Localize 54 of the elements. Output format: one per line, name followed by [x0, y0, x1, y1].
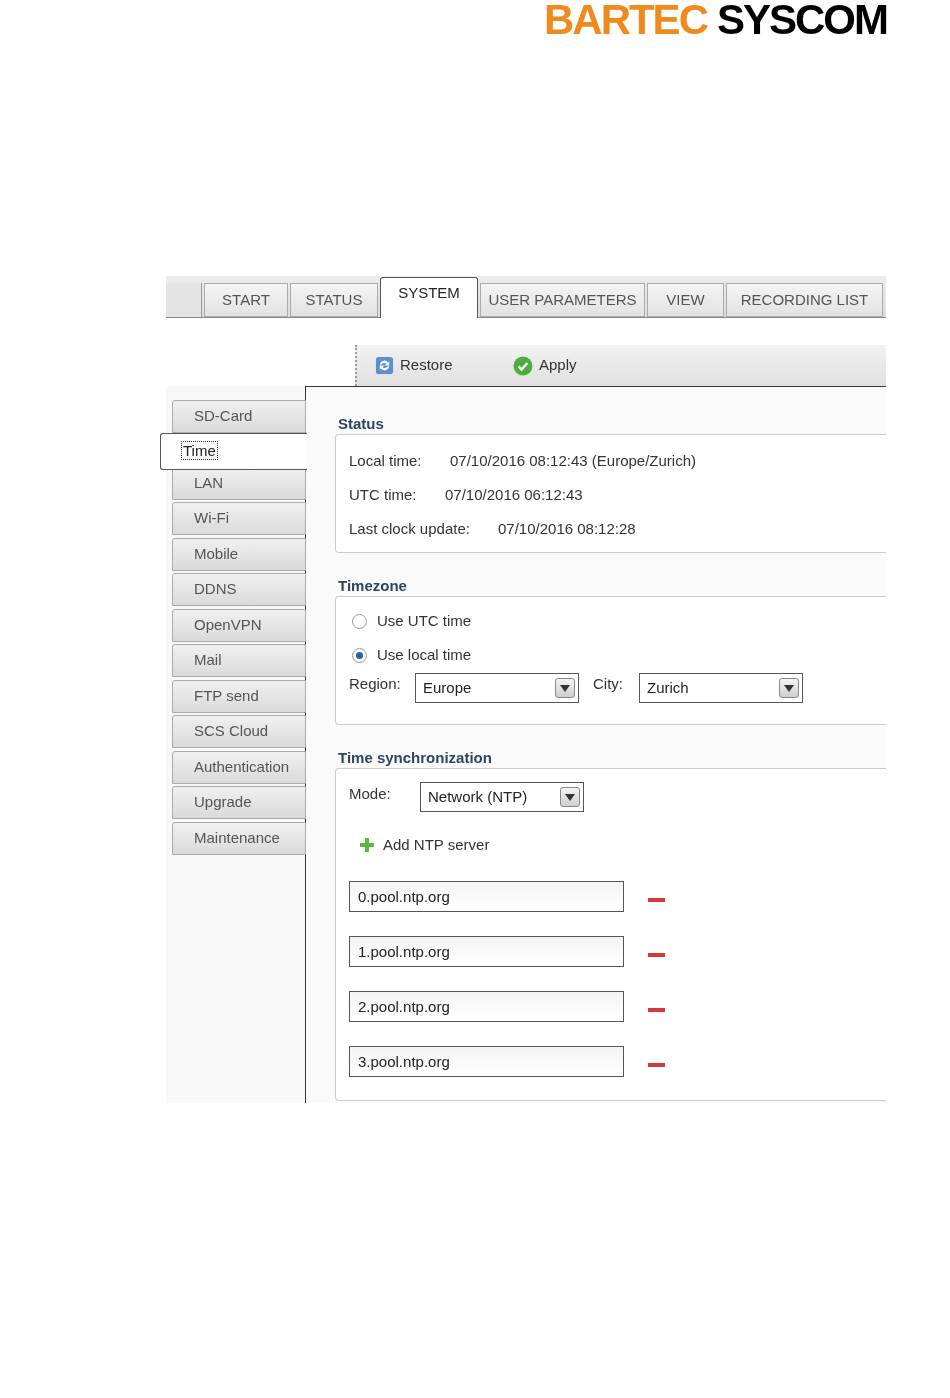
logo-product: SYSCOM [716, 0, 887, 40]
tab[interactable]: RECORDING LIST [726, 283, 883, 317]
input-field[interactable]: 2.pool.ntp.org [349, 990, 624, 1022]
section-title: Time synchronization [337, 751, 493, 764]
field-value: 07/10/2016 08:12:43 (Europe/Zurich) [450, 450, 696, 471]
check-icon [513, 355, 533, 376]
remove-icon[interactable] [648, 1008, 665, 1012]
section-title: Status [337, 417, 385, 430]
field-label: City: [593, 673, 624, 694]
remove-icon[interactable] [648, 1063, 665, 1067]
sidebar-item[interactable]: FTP send [172, 679, 306, 713]
input-field[interactable]: 1.pool.ntp.org [349, 935, 624, 967]
refresh-icon [375, 356, 394, 375]
tab-strip-edge [166, 283, 202, 317]
sidebar-item[interactable]: Upgrade [172, 786, 306, 819]
sidebar-item[interactable]: Maintenance [172, 821, 306, 855]
tab[interactable]: SYSTEM [380, 277, 478, 318]
radio-label: Use UTC time [377, 610, 472, 631]
plus-icon [360, 838, 374, 853]
field-value: 07/10/2016 06:12:43 [445, 484, 583, 505]
radio-button[interactable] [352, 613, 367, 629]
sidebar-item[interactable]: Authentication [172, 750, 306, 784]
dropdown[interactable]: Zurich [639, 673, 803, 703]
field-label: UTC time: [349, 484, 418, 505]
input-field[interactable]: 0.pool.ntp.org [349, 880, 624, 912]
dropdown[interactable]: Europe [415, 673, 579, 703]
sidebar-item[interactable]: SD-Card [172, 400, 306, 433]
tab[interactable]: USER PARAMETERS [480, 283, 645, 317]
input-field[interactable]: 3.pool.ntp.org [349, 1045, 624, 1077]
tab[interactable]: START [204, 283, 288, 317]
field-label: Last clock update: [349, 518, 471, 539]
sidebar-item[interactable]: SCS Cloud [172, 715, 306, 748]
radio-button[interactable] [352, 647, 367, 663]
field-value: 07/10/2016 08:12:28 [498, 518, 636, 539]
remove-icon[interactable] [648, 953, 665, 957]
add-server-button[interactable]: Add NTP server [360, 834, 490, 857]
sidebar-item[interactable]: Time [160, 432, 307, 470]
sidebar-item[interactable]: Wi-Fi [172, 502, 306, 535]
field-label: Mode: [349, 783, 392, 804]
logo-brand: BARTEC [543, 0, 707, 40]
sidebar-item[interactable]: Mobile [172, 537, 306, 571]
field-label: Region: [349, 673, 402, 694]
tab[interactable]: STATUS [290, 283, 378, 317]
sidebar-item[interactable]: DDNS [172, 573, 306, 606]
radio-label: Use local time [377, 644, 472, 665]
sidebar-item[interactable]: OpenVPN [172, 608, 306, 642]
dropdown[interactable]: Network (NTP) [420, 782, 584, 812]
sidebar-item[interactable]: Mail [172, 644, 306, 677]
toolbar-button[interactable]: Apply [513, 354, 577, 377]
remove-icon[interactable] [648, 898, 665, 902]
field-label: Local time: [349, 450, 423, 471]
section-title: Timezone [337, 579, 408, 592]
tab[interactable]: VIEW [647, 283, 724, 317]
toolbar-button[interactable]: Restore [375, 354, 513, 377]
